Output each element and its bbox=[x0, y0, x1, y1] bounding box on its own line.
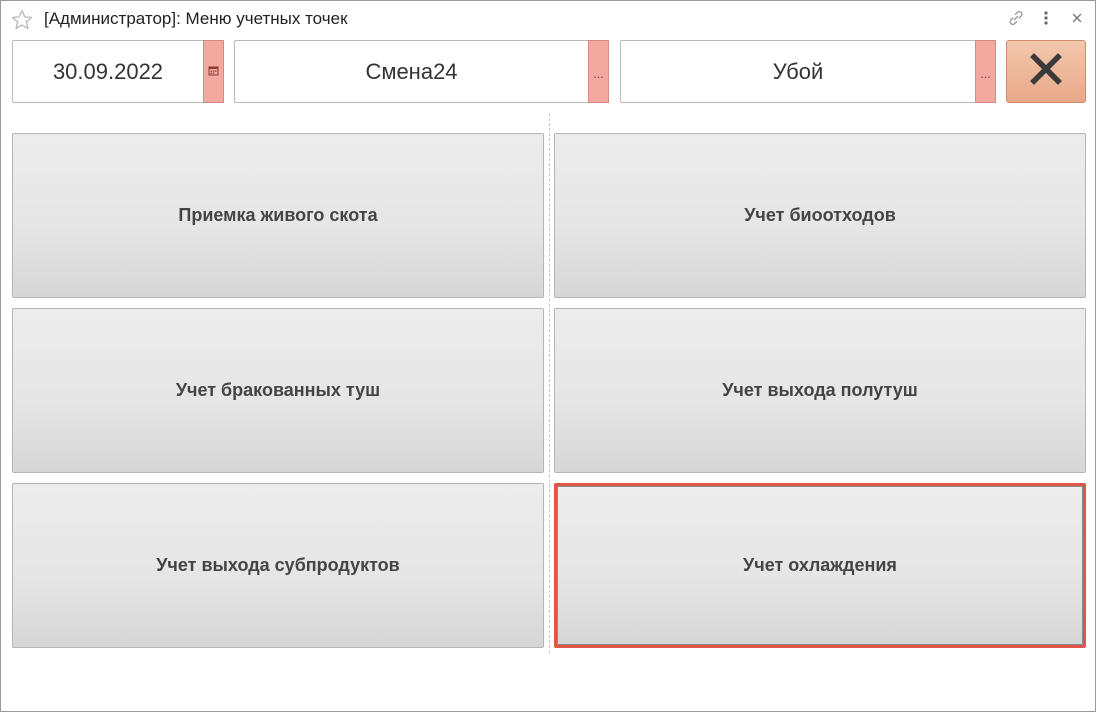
tile-label: Учет биоотходов bbox=[744, 205, 896, 225]
tile-label: Учет охлаждения bbox=[743, 555, 897, 575]
star-icon[interactable] bbox=[10, 8, 34, 32]
tile-cooling[interactable]: Учет охлаждения bbox=[554, 483, 1086, 648]
shift-select-button[interactable]: ... bbox=[588, 40, 609, 103]
tile-label: Учет бракованных туш bbox=[175, 380, 381, 400]
operation-select-label: ... bbox=[980, 68, 991, 81]
close-x-icon bbox=[1029, 52, 1063, 91]
calendar-icon bbox=[208, 63, 219, 81]
calendar-button[interactable] bbox=[203, 40, 224, 103]
tile-livestock-reception[interactable]: Приемка живого скота bbox=[12, 133, 544, 298]
window-title: [Администратор]: Меню учетных точек bbox=[44, 9, 348, 28]
tile-label: Учет выхода субпродуктов bbox=[156, 555, 400, 575]
tile-half-carcass-output[interactable]: Учет выхода полутуш bbox=[554, 308, 1086, 473]
shift-select-label: ... bbox=[593, 68, 604, 81]
tile-biowaste[interactable]: Учет биоотходов bbox=[554, 133, 1086, 298]
close-icon[interactable] bbox=[1068, 9, 1086, 27]
date-field[interactable]: 30.09.2022 bbox=[12, 40, 224, 103]
tile-label: Приемка живого скота bbox=[178, 205, 378, 225]
close-button[interactable] bbox=[1006, 40, 1086, 103]
window: [Администратор]: Меню учетных точек 30.0… bbox=[0, 0, 1096, 712]
more-vertical-icon[interactable] bbox=[1037, 9, 1055, 27]
column-divider bbox=[549, 113, 550, 653]
operation-field[interactable]: Убой ... bbox=[620, 40, 996, 103]
tile-label: Учет выхода полутуш bbox=[722, 380, 918, 400]
title-bar: [Администратор]: Меню учетных точек bbox=[1, 1, 1095, 37]
tile-offal-output[interactable]: Учет выхода субпродуктов bbox=[12, 483, 544, 648]
link-icon[interactable] bbox=[1007, 9, 1025, 27]
shift-value[interactable]: Смена24 bbox=[235, 41, 588, 102]
operation-select-button[interactable]: ... bbox=[975, 40, 996, 103]
date-value[interactable]: 30.09.2022 bbox=[13, 41, 203, 102]
tile-rejected-carcasses[interactable]: Учет бракованных туш bbox=[12, 308, 544, 473]
shift-field[interactable]: Смена24 ... bbox=[234, 40, 609, 103]
operation-value[interactable]: Убой bbox=[621, 41, 975, 102]
